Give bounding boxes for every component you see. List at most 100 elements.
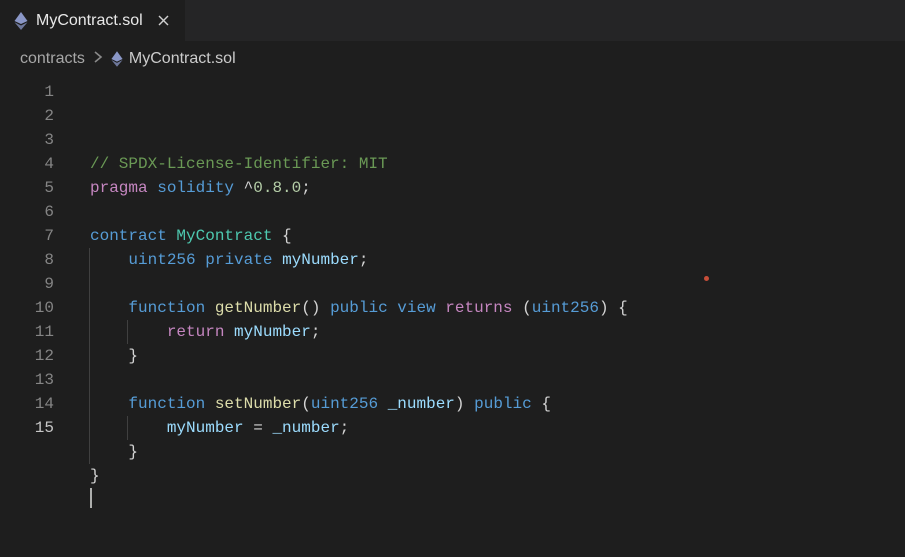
token: { (618, 299, 628, 317)
token (513, 299, 523, 317)
breadcrumb-label: MyContract.sol (129, 50, 236, 68)
token: contract (90, 227, 167, 245)
line-number: 5 (0, 176, 54, 200)
line-number: 9 (0, 272, 54, 296)
token: } (128, 443, 138, 461)
token: { (541, 395, 551, 413)
code-line[interactable]: contract MyContract { (90, 224, 905, 248)
code-line[interactable]: myNumber = _number; (90, 416, 905, 440)
token: myNumber (167, 419, 244, 437)
code-line[interactable] (90, 272, 905, 296)
line-number: 14 (0, 392, 54, 416)
code-area[interactable]: // SPDX-License-Identifier: MIT pragma so… (72, 76, 905, 557)
code-line[interactable]: return myNumber; (90, 320, 905, 344)
token: ) (599, 299, 609, 317)
code-line[interactable] (90, 200, 905, 224)
tab-bar: MyContract.sol (0, 0, 905, 42)
token: getNumber (215, 299, 301, 317)
marker-dot (704, 276, 709, 281)
token: myNumber (234, 323, 311, 341)
line-number: 6 (0, 200, 54, 224)
breadcrumb-segment-folder[interactable]: contracts (20, 50, 85, 68)
close-icon (157, 14, 170, 27)
token: } (90, 467, 100, 485)
line-number: 3 (0, 128, 54, 152)
line-number: 11 (0, 320, 54, 344)
token: return (167, 323, 225, 341)
code-editor[interactable]: 123456789101112131415 // SPDX-License-Id… (0, 76, 905, 557)
ethereum-icon (14, 12, 28, 30)
token (205, 299, 215, 317)
code-line[interactable] (90, 488, 905, 512)
token: 0.8.0 (253, 179, 301, 197)
line-number: 2 (0, 104, 54, 128)
tab-label: MyContract.sol (36, 12, 143, 30)
chevron-right-icon (93, 50, 103, 68)
breadcrumb-segment-file[interactable]: MyContract.sol (111, 50, 236, 68)
token: () (301, 299, 320, 317)
token (532, 395, 542, 413)
token (205, 395, 215, 413)
token: private (205, 251, 272, 269)
token: uint256 (311, 395, 378, 413)
token: ; (340, 419, 350, 437)
line-number: 10 (0, 296, 54, 320)
token (320, 299, 330, 317)
token: // SPDX-License-Identifier: MIT (90, 155, 388, 173)
code-line[interactable]: } (90, 464, 905, 488)
line-number: 12 (0, 344, 54, 368)
token: returns (445, 299, 512, 317)
token: } (128, 347, 138, 365)
token (244, 419, 254, 437)
line-number: 8 (0, 248, 54, 272)
token (465, 395, 475, 413)
token: MyContract (176, 227, 272, 245)
token: function (128, 395, 205, 413)
token (148, 179, 158, 197)
token (234, 179, 244, 197)
code-line[interactable]: uint256 private myNumber; (90, 248, 905, 272)
token (609, 299, 619, 317)
close-tab-button[interactable] (155, 12, 173, 30)
code-line[interactable]: pragma solidity ^0.8.0; (90, 176, 905, 200)
code-line[interactable]: // SPDX-License-Identifier: MIT (90, 152, 905, 176)
tab-mycontract[interactable]: MyContract.sol (0, 0, 186, 41)
token (224, 323, 234, 341)
token: = (253, 419, 263, 437)
token: view (397, 299, 435, 317)
ethereum-icon (111, 51, 123, 67)
code-line[interactable]: } (90, 440, 905, 464)
token: _number (272, 419, 339, 437)
token (263, 419, 273, 437)
code-line[interactable]: function setNumber(uint256 _number) publ… (90, 392, 905, 416)
line-number-gutter: 123456789101112131415 (0, 76, 72, 557)
token: ^ (244, 179, 254, 197)
token: function (128, 299, 205, 317)
token: uint256 (532, 299, 599, 317)
token: ; (311, 323, 321, 341)
token: myNumber (282, 251, 359, 269)
token (272, 251, 282, 269)
line-number: 15 (0, 416, 54, 440)
token (378, 395, 388, 413)
code-line[interactable]: } (90, 344, 905, 368)
line-number: 7 (0, 224, 54, 248)
token: _number (388, 395, 455, 413)
code-line[interactable]: function getNumber() public view returns… (90, 296, 905, 320)
line-number: 4 (0, 152, 54, 176)
token: ( (522, 299, 532, 317)
token: ) (455, 395, 465, 413)
token (196, 251, 206, 269)
token: public (474, 395, 532, 413)
code-line[interactable] (90, 368, 905, 392)
token: ; (301, 179, 311, 197)
line-number: 1 (0, 80, 54, 104)
token: uint256 (128, 251, 195, 269)
token (436, 299, 446, 317)
line-number: 13 (0, 368, 54, 392)
breadcrumb: contracts MyContract.sol (0, 42, 905, 76)
token (167, 227, 177, 245)
token: { (282, 227, 292, 245)
cursor (90, 488, 92, 508)
breadcrumb-label: contracts (20, 50, 85, 68)
